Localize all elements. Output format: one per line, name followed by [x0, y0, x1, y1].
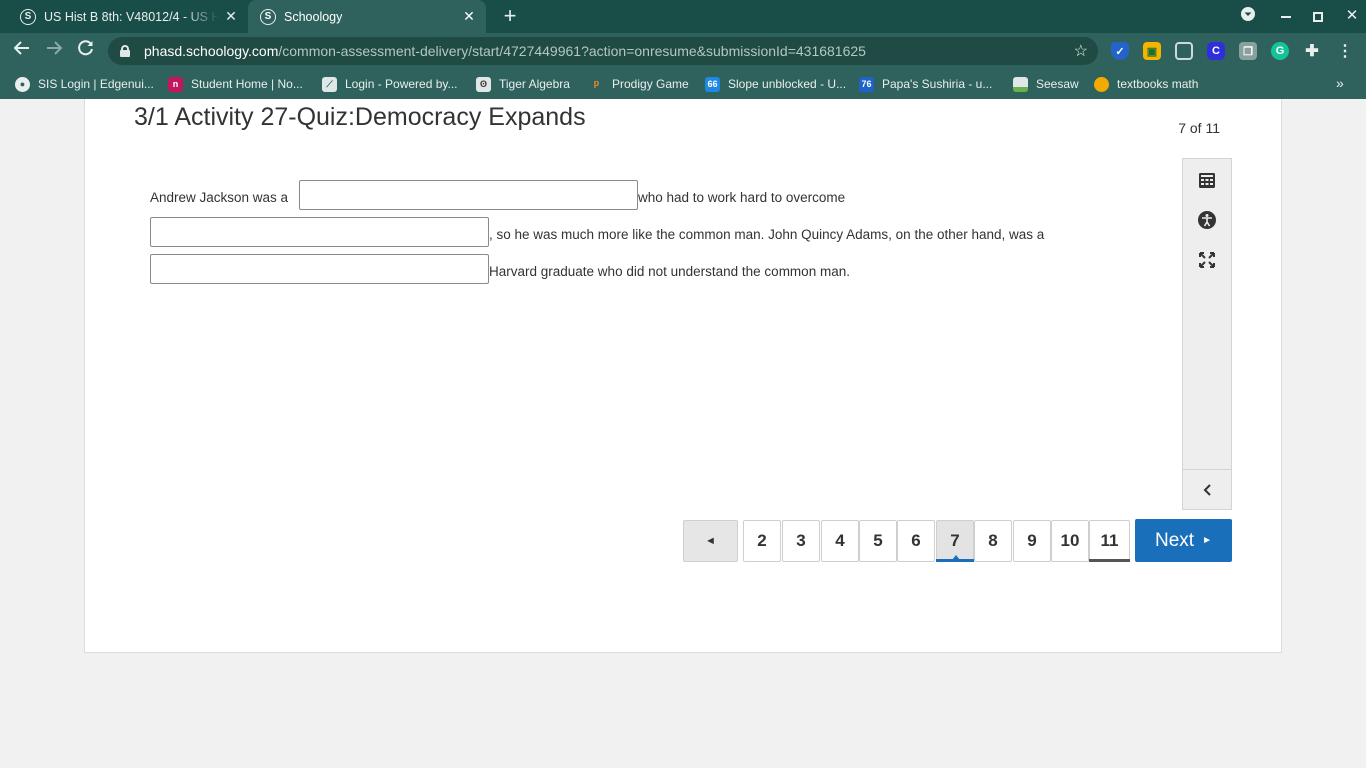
page-button-2[interactable]: 2: [743, 520, 781, 562]
bookmark-seesaw[interactable]: Seesaw: [1013, 76, 1079, 92]
page-button-8[interactable]: 8: [974, 520, 1012, 562]
bookmark-slope[interactable]: 66 Slope unblocked - U...: [705, 76, 846, 92]
c-extension-icon[interactable]: C: [1207, 42, 1225, 60]
grammarly-extension-icon[interactable]: G: [1271, 42, 1289, 60]
question-position: 7 of 11: [1178, 120, 1220, 136]
66-icon: 66: [705, 76, 720, 92]
tab-strip: S US Hist B 8th: V48012/4 - US His ✕ S S…: [0, 0, 1366, 33]
bookmark-tiger-algebra[interactable]: ʘ Tiger Algebra: [476, 76, 570, 92]
extensions-puzzle-icon[interactable]: ✚: [1303, 42, 1321, 60]
url-host: phasd.schoology.com: [144, 43, 279, 59]
page-button-6[interactable]: 6: [897, 520, 935, 562]
question-text-part1: Andrew Jackson was a: [150, 190, 289, 205]
seesaw-icon: [1013, 76, 1028, 92]
classroom-extension-icon[interactable]: ▣: [1143, 42, 1161, 60]
76-icon: 76: [859, 76, 874, 92]
n-icon: n: [168, 76, 183, 92]
assessment-card: [84, 99, 1282, 653]
bookmark-star-icon[interactable]: ☆: [1074, 41, 1088, 61]
quiz-title: 3/1 Activity 27-Quiz:Democracy Expands: [134, 103, 586, 131]
back-icon[interactable]: [10, 39, 34, 63]
tab-search-icon[interactable]: [1237, 6, 1259, 26]
browser-menu-icon[interactable]: ⋮: [1336, 42, 1354, 60]
page-button-9[interactable]: 9: [1013, 520, 1051, 562]
new-tab-button[interactable]: +: [500, 5, 520, 27]
page-button-11[interactable]: 11: [1089, 520, 1130, 562]
bookmarks-bar: ● SIS Login | Edgenui... n Student Home …: [0, 69, 1366, 99]
schoology-favicon-icon: S: [260, 8, 276, 25]
reload-icon[interactable]: [74, 39, 98, 63]
page-button-7-current[interactable]: 7: [936, 520, 974, 562]
bookmark-papas-sushiria[interactable]: 76 Papa's Sushiria - u...: [859, 76, 992, 92]
question-text-part2: who had to work hard to overcome: [638, 190, 846, 205]
address-bar[interactable]: phasd.schoology.com/common-assessment-de…: [108, 37, 1098, 65]
tab-schoology[interactable]: S Schoology ✕: [248, 0, 486, 33]
page-button-10[interactable]: 10: [1051, 520, 1089, 562]
question-text-part3: , so he was much more like the common ma…: [489, 227, 1045, 242]
question-text-part4: Harvard graduate who did not understand …: [489, 264, 850, 279]
tab-title: US Hist B 8th: V48012/4 - US His: [44, 9, 219, 24]
page-button-5[interactable]: 5: [859, 520, 897, 562]
copy-extension-icon[interactable]: ❐: [1239, 42, 1257, 60]
bookmark-login-powered[interactable]: ⟋ Login - Powered by...: [322, 76, 458, 92]
next-button-label: Next: [1155, 529, 1195, 551]
url-path: /common-assessment-delivery/start/472744…: [278, 43, 866, 59]
tab-title: Schoology: [284, 9, 343, 24]
bookmark-textbooks-math[interactable]: textbooks math: [1094, 76, 1198, 92]
close-window-button[interactable]: ✕: [1341, 6, 1363, 26]
bookmark-prodigy[interactable]: ᵖ Prodigy Game: [589, 76, 689, 92]
tool-panel: [1182, 158, 1232, 510]
more-bookmarks-icon[interactable]: »: [1336, 75, 1344, 91]
close-tab-icon[interactable]: ✕: [224, 9, 238, 23]
globe-icon: ●: [15, 76, 30, 92]
page-button-4[interactable]: 4: [821, 520, 859, 562]
prodigy-icon: ᵖ: [593, 76, 600, 92]
schoology-favicon-icon: S: [20, 8, 36, 25]
page-button-3[interactable]: 3: [782, 520, 820, 562]
close-tab-icon[interactable]: ✕: [462, 9, 476, 23]
tab-us-hist[interactable]: S US Hist B 8th: V48012/4 - US His ✕: [8, 0, 248, 33]
play-arrow-icon: ►: [1202, 535, 1212, 546]
answer-blank-3[interactable]: [150, 254, 489, 284]
bookmark-student-home[interactable]: n Student Home | No...: [168, 76, 303, 92]
accessibility-icon[interactable]: [1183, 201, 1231, 239]
fullscreen-icon[interactable]: [1183, 241, 1231, 279]
restore-button[interactable]: [1307, 6, 1329, 26]
previous-page-button[interactable]: ◄: [683, 520, 738, 562]
lock-icon: [120, 45, 130, 57]
browser-toolbar: phasd.schoology.com/common-assessment-de…: [0, 33, 1366, 69]
collapse-icon[interactable]: [1183, 469, 1231, 509]
bookmark-sis-login[interactable]: ● SIS Login | Edgenui...: [15, 76, 154, 92]
shield-extension-icon[interactable]: ✓: [1111, 42, 1129, 60]
calculator-icon[interactable]: [1183, 161, 1231, 199]
circle-icon: [1094, 76, 1109, 92]
minimize-button[interactable]: [1275, 6, 1297, 26]
forward-icon[interactable]: [42, 39, 66, 63]
answer-blank-2[interactable]: [150, 217, 489, 247]
tiger-icon: ʘ: [476, 76, 491, 92]
login-icon: ⟋: [322, 76, 337, 92]
grid-extension-icon[interactable]: [1175, 42, 1193, 60]
next-button[interactable]: Next ►: [1135, 519, 1232, 562]
answer-blank-1[interactable]: [299, 180, 638, 210]
